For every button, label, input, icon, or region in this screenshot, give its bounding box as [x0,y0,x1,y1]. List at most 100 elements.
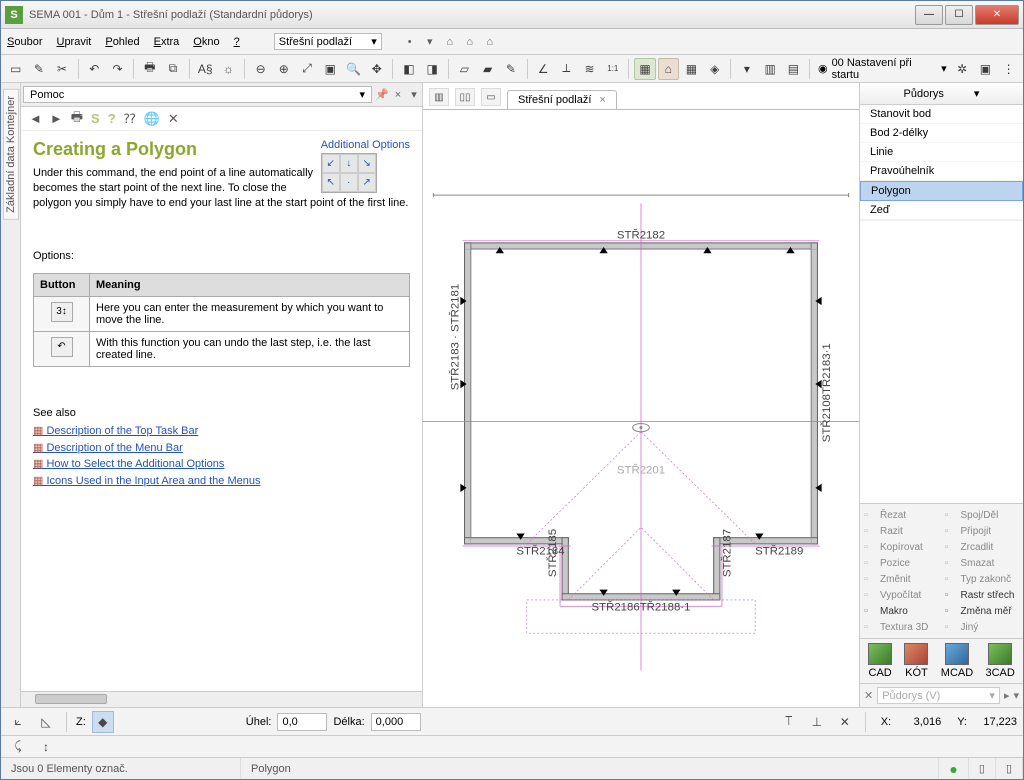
pin-icon[interactable]: 📌 [374,88,390,101]
tb-v3-icon[interactable]: ▦ [681,58,702,80]
ib2-b-icon[interactable]: ↕ [35,736,57,758]
menu-extra[interactable]: Extra [154,36,180,48]
tb-x2-icon[interactable]: ▣ [975,58,996,80]
tb-light-icon[interactable]: ☼ [218,58,239,80]
hb-back-icon[interactable]: ◄ [29,111,42,126]
side-tab[interactable]: Základní data Kontejner [1,83,21,707]
ib-snap1-icon[interactable]: ⟀ [7,711,29,733]
link-icons[interactable]: Icons Used in the Input Area and the Men… [33,473,410,490]
menu-soubor[interactable]: Soubor [7,36,42,48]
tb-angle-icon[interactable]: ∠ [532,58,553,80]
drawing-canvas[interactable]: STŘ2182 STŘ2183 · STŘ2181 STŘ2108TŘ2183·… [423,109,859,707]
tb-print-icon[interactable]: 🖶 [139,58,160,80]
menu-pohled[interactable]: Pohled [105,36,139,48]
ib-z-icon[interactable]: ◆ [92,711,114,733]
tab-ic2-icon[interactable]: ▯▯ [455,88,475,106]
tb-v4-icon[interactable]: ◈ [704,58,725,80]
tb-pen-icon[interactable]: ✎ [500,58,521,80]
menu-okno[interactable]: Okno [193,36,219,48]
rpf-b-icon[interactable]: ▾ [1013,689,1019,702]
tb-redo-icon[interactable]: ↷ [107,58,128,80]
tab-close-icon[interactable]: × [599,94,605,106]
preset-combo[interactable]: ◉ 00 Nastavení při startu ▾ [815,57,950,81]
rp-item-bod 2-délky[interactable]: Bod 2-délky [860,124,1023,143]
house-icon[interactable]: ⌂ [442,34,458,50]
tb-dim2-icon[interactable]: ≋ [579,58,600,80]
floor-prev-icon[interactable]: • [402,34,418,50]
hb-globe-icon[interactable]: 🌐 [144,111,160,127]
hb-q-icon[interactable]: ? [108,111,116,126]
cmd-změna měř[interactable]: ▫Změna měř [945,604,1020,618]
rp-item-polygon[interactable]: Polygon [860,181,1023,201]
tb-x3-icon[interactable]: ⋮ [998,58,1019,80]
house2-icon[interactable]: ⌂ [462,34,478,50]
mode-mcad[interactable]: MCAD [941,643,973,679]
tb-undo-icon[interactable]: ↶ [84,58,105,80]
tb-layer2-icon[interactable]: ◨ [422,58,443,80]
tb-131-icon[interactable]: 1:1 [602,58,623,80]
angle-input[interactable] [277,713,327,731]
tb-open-icon[interactable]: ✎ [28,58,49,80]
panel-menu-icon[interactable]: ▾ [406,88,422,101]
tb-3d2-icon[interactable]: ▰ [477,58,498,80]
rp-item-linie[interactable]: Linie [860,143,1023,162]
tb-text-icon[interactable]: A§ [195,58,216,80]
rpf-x-icon[interactable]: ✕ [864,689,873,702]
hb-s-icon[interactable]: S [91,111,100,126]
tb-zoomin-icon[interactable]: ⊕ [273,58,294,80]
tb-pan-icon[interactable]: ✥ [366,58,387,80]
ib-snap2-icon[interactable]: ◺ [35,711,57,733]
hb-x-icon[interactable]: ✕ [168,111,179,127]
ib-c2-icon[interactable]: ⊥ [806,711,828,733]
cmd-makro[interactable]: ▫Makro [864,604,939,618]
hb-fwd-icon[interactable]: ► [50,111,63,126]
mode-kot[interactable]: KÓT [904,643,928,679]
floor-combo[interactable]: Střešní podlaží▾ [274,33,382,50]
tb-zoomfit-icon[interactable]: ⤢ [296,58,317,80]
hb-print-icon[interactable]: 🖶 [71,108,83,130]
help-combo[interactable]: Pomoc▾ [23,86,372,103]
minimize-button[interactable]: — [915,5,943,25]
tb-zoom-icon[interactable]: 🔍 [343,58,364,80]
rp-item-pravoúhelník[interactable]: Pravoúhelník [860,162,1023,181]
tb-3d1-icon[interactable]: ▱ [454,58,475,80]
close-button[interactable]: ✕ [975,5,1019,25]
hb-q2-icon[interactable]: ⁇ [124,111,136,127]
mode-cad[interactable]: CAD [868,643,892,679]
tb-zoomout-icon[interactable]: ⊖ [250,58,271,80]
ib-c3-icon[interactable]: ✕ [834,711,856,733]
tab-ic1-icon[interactable]: ▥ [429,88,449,106]
tb-dim-icon[interactable]: ⟂ [556,58,577,80]
tb-layer-icon[interactable]: ◧ [398,58,419,80]
maximize-button[interactable]: ☐ [945,5,973,25]
help-hscroll[interactable] [21,691,422,707]
tb-zoomwin-icon[interactable]: ▣ [320,58,341,80]
rpf-a-icon[interactable]: ▸ [1004,689,1010,702]
ib-c1-icon[interactable]: ⟙ [778,711,800,733]
tb-x1-icon[interactable]: ✲ [952,58,973,80]
length-input[interactable] [371,713,421,731]
tb-v1-icon[interactable]: ▦ [634,58,655,80]
tb-edit-icon[interactable]: ✂ [51,58,72,80]
additional-options[interactable]: Additional Options ↙↓↘ ↖·↗ [321,139,410,193]
link-menubar[interactable]: Description of the Menu Bar [33,440,410,457]
mode-3cad[interactable]: 3CAD [985,643,1014,679]
rpf-combo[interactable]: Půdorys (V)▾ [877,687,1000,704]
rp-head[interactable]: Půdorys▾ [860,83,1023,105]
panel-close-icon[interactable]: × [390,89,406,101]
menu-upravit[interactable]: Upravit [56,36,91,48]
tb-copy-icon[interactable]: ⧉ [162,58,183,80]
tb-v2-icon[interactable]: ⌂ [658,58,679,80]
tb-d1-icon[interactable]: ▾ [736,58,757,80]
tb-d2-icon[interactable]: ▥ [760,58,781,80]
floor-next-icon[interactable]: ▾ [422,34,438,50]
cmd-rastr střech[interactable]: ▫Rastr střech [945,588,1020,602]
ib2-a-icon[interactable]: ⤹ [7,736,29,758]
doc-tab[interactable]: Střešní podlaží× [507,90,617,109]
menu-help[interactable]: ? [234,36,240,48]
tb-d3-icon[interactable]: ▤ [783,58,804,80]
tb-new-icon[interactable]: ▭ [5,58,26,80]
tab-ic3-icon[interactable]: ▭ [481,88,501,106]
house3-icon[interactable]: ⌂ [482,34,498,50]
rp-item-stanovit bod[interactable]: Stanovit bod [860,105,1023,124]
